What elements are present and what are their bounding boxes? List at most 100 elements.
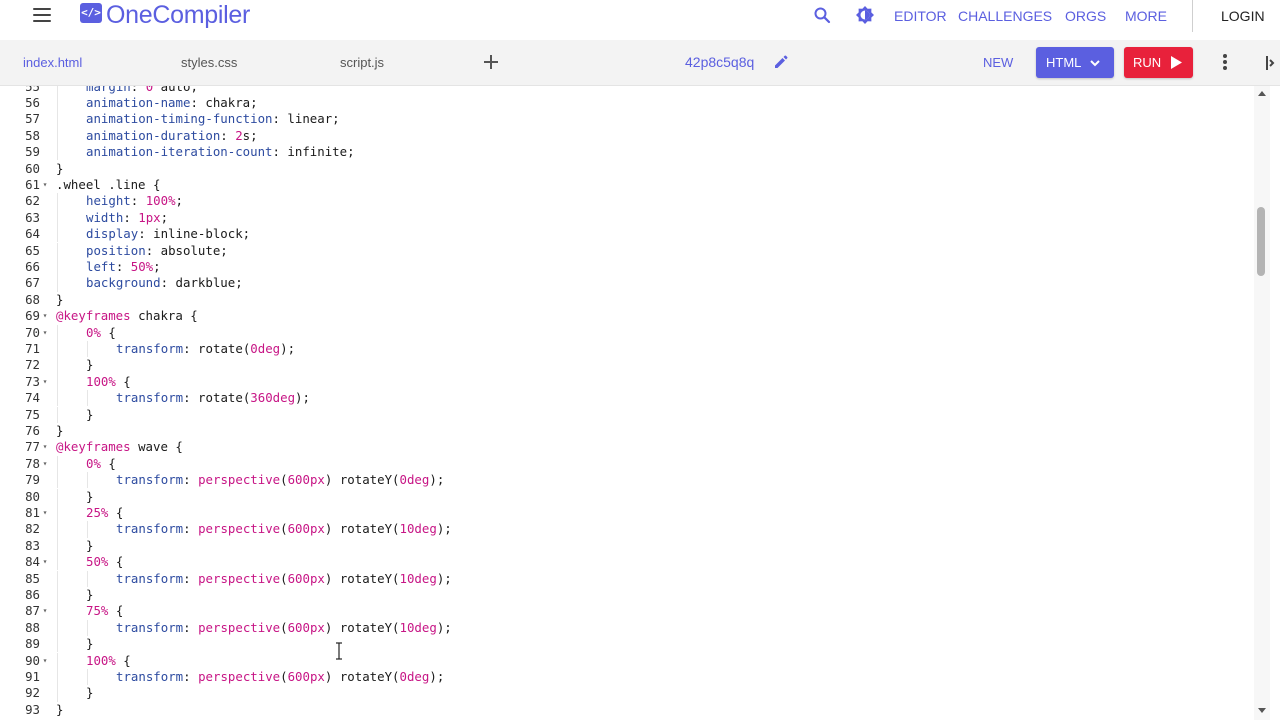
run-button[interactable]: RUN: [1124, 47, 1193, 78]
code-text: }: [86, 685, 94, 701]
file-id[interactable]: 42p8c5q8q: [685, 54, 754, 71]
indent-guide: [57, 111, 58, 128]
code-line[interactable]: 85 transform: perspective(600px) rotateY(…: [0, 570, 1254, 587]
code-text: position: absolute;: [86, 242, 228, 258]
search-icon[interactable]: [813, 6, 831, 24]
code-line[interactable]: 62 height: 100%;: [0, 193, 1254, 210]
code-line[interactable]: 74 transform: rotate(360deg);: [0, 390, 1254, 407]
code-text: }: [86, 537, 94, 553]
fold-arrow-icon[interactable]: ▾: [41, 439, 49, 455]
code-line[interactable]: 68}: [0, 292, 1254, 308]
code-line[interactable]: 90 ▾ 100% {: [0, 652, 1254, 669]
panel-toggle-icon[interactable]: [1264, 54, 1276, 72]
nav-orgs[interactable]: ORGS: [1065, 8, 1106, 24]
line-number: 93: [25, 701, 40, 717]
code-line[interactable]: 89}: [0, 636, 1254, 653]
plus-icon[interactable]: [483, 54, 499, 70]
line-number: 75: [25, 406, 40, 422]
code-line[interactable]: 79 transform: perspective(600px) rotateY(…: [0, 472, 1254, 489]
code-line[interactable]: 71 transform: rotate(0deg);: [0, 340, 1254, 358]
code-line[interactable]: 83}: [0, 537, 1254, 555]
nav-editor[interactable]: EDITOR: [894, 8, 947, 24]
fold-arrow-icon[interactable]: ▾: [41, 308, 49, 324]
fold-arrow-icon[interactable]: ▾: [41, 325, 49, 341]
code-text: }: [86, 636, 94, 652]
indent-guide: [57, 275, 58, 292]
code-line[interactable]: 80}: [0, 488, 1254, 505]
run-label: RUN: [1133, 55, 1162, 70]
line-number: 72: [25, 357, 40, 373]
scroll-up-arrow-icon[interactable]: [1258, 91, 1266, 96]
fold-arrow-icon[interactable]: ▾: [41, 456, 49, 472]
code-line[interactable]: 91 transform: perspective(600px) rotateY(…: [0, 668, 1254, 686]
code-line[interactable]: 86}: [0, 586, 1254, 604]
code-line[interactable]: 84 ▾ 50% {: [0, 554, 1254, 571]
code-line[interactable]: 65 position: absolute;: [0, 242, 1254, 259]
logo-mark[interactable]: </>: [80, 3, 102, 23]
login-link[interactable]: LOGIN: [1221, 8, 1265, 24]
editor-scrollbar[interactable]: [1254, 86, 1270, 720]
code-line[interactable]: 67 background: darkblue;: [0, 275, 1254, 292]
nav-more[interactable]: MORE: [1125, 8, 1167, 24]
indent-guide: [57, 504, 58, 522]
fold-arrow-icon[interactable]: ▾: [41, 374, 49, 390]
line-number: 63: [25, 209, 40, 225]
fold-arrow-icon[interactable]: ▾: [41, 603, 49, 619]
code-text: }: [56, 291, 64, 307]
kebab-menu-icon[interactable]: [1223, 54, 1229, 72]
logo-text[interactable]: OneCompiler: [106, 0, 250, 30]
code-line[interactable]: 55 margin: 0 auto;: [0, 86, 1254, 95]
code-line[interactable]: 73 ▾ 100% {: [0, 373, 1254, 391]
tab-index-html[interactable]: index.html: [23, 55, 82, 71]
fold-arrow-icon[interactable]: ▾: [41, 554, 49, 570]
code-line[interactable]: 82 transform: perspective(600px) rotateY(…: [0, 521, 1254, 538]
code-line[interactable]: 87 ▾ 75% {: [0, 603, 1254, 620]
code-line[interactable]: 77 ▾ @keyframes wave {: [0, 439, 1254, 455]
code-line[interactable]: 78 ▾ 0% {: [0, 455, 1254, 473]
code-line[interactable]: 70 ▾ 0% {: [0, 324, 1254, 341]
nav-challenges[interactable]: CHALLENGES: [958, 8, 1052, 24]
theme-toggle-icon[interactable]: [856, 6, 874, 24]
code-line[interactable]: 58 animation-duration: 2s;: [0, 127, 1254, 145]
code-editor[interactable]: 55 margin: 0 auto; 56 animation-name: chakr…: [0, 86, 1254, 720]
code-line[interactable]: 63 width: 1px;: [0, 209, 1254, 227]
code-line[interactable]: 76}: [0, 423, 1254, 439]
code-line[interactable]: 81 ▾ 25% {: [0, 504, 1254, 522]
code-line[interactable]: 60}: [0, 161, 1254, 177]
fold-arrow-icon[interactable]: ▾: [41, 177, 49, 193]
code-text: }: [86, 488, 94, 504]
line-number: 78: [25, 455, 40, 471]
code-line[interactable]: 72}: [0, 357, 1254, 374]
nav-divider: [1192, 0, 1193, 32]
code-line[interactable]: 88 transform: perspective(600px) rotateY(…: [0, 619, 1254, 637]
code-line[interactable]: 69 ▾ @keyframes chakra {: [0, 308, 1254, 324]
code-line[interactable]: 59 animation-iteration-count: infinite;: [0, 144, 1254, 161]
play-icon: [1171, 56, 1182, 69]
indent-guide: [57, 455, 58, 473]
fold-arrow-icon[interactable]: ▾: [41, 505, 49, 521]
tab-script-js[interactable]: script.js: [340, 55, 384, 71]
fold-arrow-icon[interactable]: ▾: [41, 653, 49, 669]
line-number: 67: [25, 275, 40, 291]
code-text: 0% {: [86, 455, 116, 471]
indent-guide: [87, 570, 88, 587]
indent-guide: [57, 537, 58, 555]
scroll-down-arrow-icon[interactable]: [1258, 708, 1266, 713]
code-line[interactable]: 93}: [0, 702, 1254, 718]
code-line[interactable]: 64 display: inline-block;: [0, 226, 1254, 243]
code-line[interactable]: 56 animation-name: chakra;: [0, 94, 1254, 112]
code-line[interactable]: 75}: [0, 406, 1254, 423]
tab-styles-css[interactable]: styles.css: [181, 55, 237, 71]
code-line[interactable]: 92}: [0, 685, 1254, 702]
language-select[interactable]: HTML: [1036, 47, 1114, 78]
hamburger-icon[interactable]: [33, 8, 51, 22]
code-line[interactable]: 57 animation-timing-function: linear;: [0, 111, 1254, 128]
code-line[interactable]: 66 left: 50%;: [0, 258, 1254, 276]
indent-guide: [57, 406, 58, 423]
new-button[interactable]: NEW: [983, 55, 1013, 71]
pencil-icon[interactable]: [773, 54, 789, 70]
code-text: 50% {: [86, 554, 124, 570]
indent-guide: [57, 258, 58, 276]
code-line[interactable]: 61 ▾ .wheel .line {: [0, 177, 1254, 193]
scroll-thumb[interactable]: [1257, 207, 1265, 276]
